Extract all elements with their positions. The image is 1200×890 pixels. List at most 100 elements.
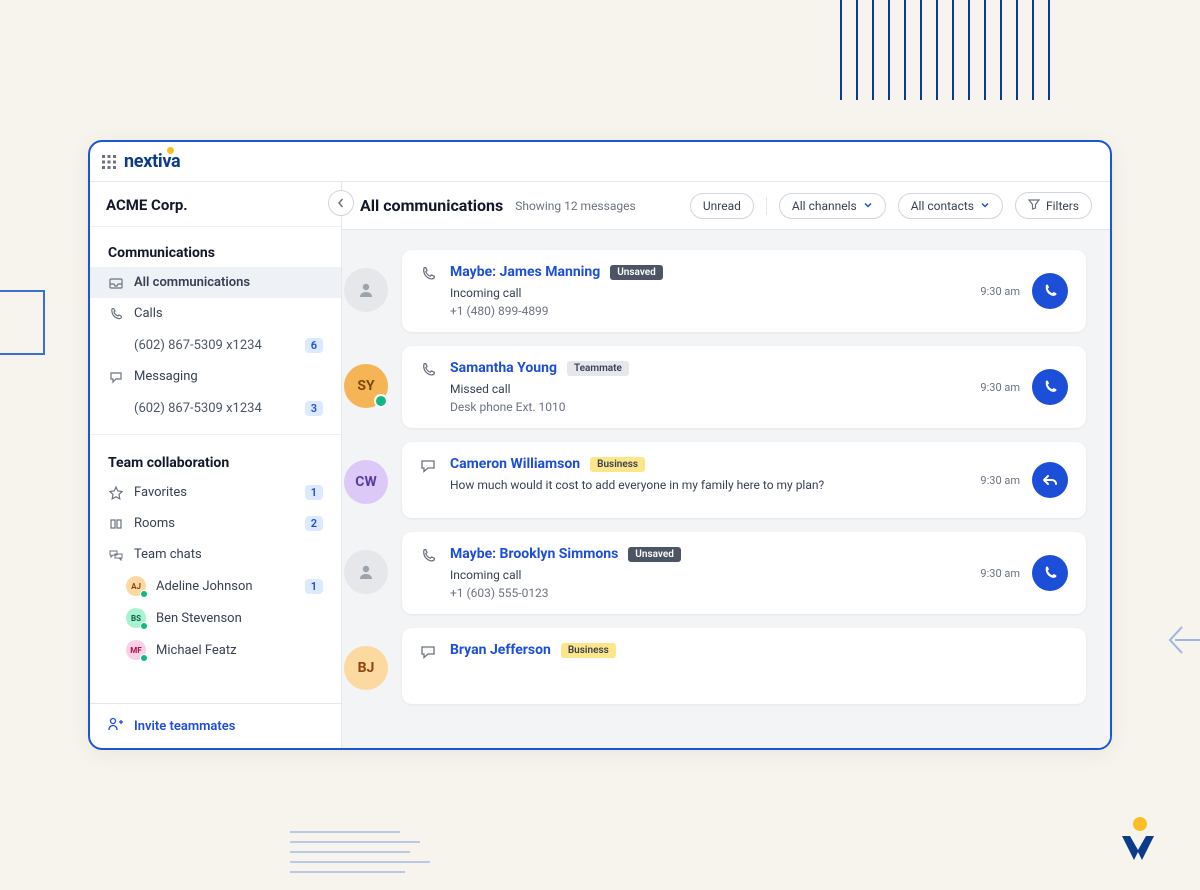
phone-icon [420, 548, 438, 568]
decorative-vertical-lines [840, 0, 1050, 100]
nav-label: All communications [134, 275, 250, 290]
timestamp: 9:30 am [980, 567, 1020, 580]
invite-teammates-button[interactable]: Invite teammates [90, 703, 341, 748]
badge-count: 1 [305, 579, 323, 594]
timestamp: 9:30 am [980, 474, 1020, 487]
nav-favorites[interactable]: Favorites 1 [90, 477, 341, 508]
reply-button[interactable] [1032, 462, 1068, 498]
member-name: Ben Stevenson [156, 611, 242, 626]
divider [90, 434, 341, 435]
badge-count: 1 [305, 485, 323, 500]
rooms-icon [108, 517, 124, 531]
communication-row: SYSamantha YoungTeammateMissed callDesk … [366, 346, 1086, 428]
communication-card[interactable]: Maybe: Brooklyn Simmons Unsaved Incoming c… [402, 532, 1086, 614]
divider [766, 197, 767, 215]
phone-icon [420, 266, 438, 286]
apps-grid-icon[interactable] [102, 155, 116, 169]
avatar: BS [126, 608, 146, 628]
communications-list: Maybe: James Manning Unsaved Incoming call… [342, 230, 1110, 748]
page-title: All communications [360, 196, 503, 215]
badge-count: 2 [305, 516, 323, 531]
filters-button[interactable]: Filters [1015, 192, 1092, 219]
section-communications: Communications [90, 235, 341, 267]
avatar: AJ [126, 576, 146, 596]
main-header: All communications Showing 12 messages U… [342, 182, 1110, 230]
call-button[interactable] [1032, 555, 1068, 591]
main-panel: All communications Showing 12 messages U… [342, 182, 1110, 748]
badge-count: 6 [305, 338, 323, 353]
team-member-item[interactable]: BS Ben Stevenson [90, 602, 341, 634]
avatar: CW [344, 460, 388, 504]
section-team: Team collaboration [90, 445, 341, 477]
chat-icon [420, 644, 438, 664]
avatar: MF [126, 640, 146, 660]
chat-icon [108, 370, 124, 384]
app-window: nextiva ACME Corp. Communications All co… [88, 140, 1112, 750]
page-subtitle: Showing 12 messages [515, 199, 635, 213]
sidebar: ACME Corp. Communications All communicat… [90, 182, 342, 748]
nav-messaging-number[interactable]: (602) 867-5309 x1234 3 [90, 392, 341, 424]
invite-icon [108, 716, 124, 736]
call-button[interactable] [1032, 273, 1068, 309]
communication-card[interactable]: Bryan JeffersonBusiness [402, 628, 1086, 704]
chevron-down-icon [980, 199, 990, 213]
contact-name: Samantha Young [450, 360, 557, 376]
star-icon [108, 486, 124, 500]
team-member-item[interactable]: MF Michael Featz [90, 634, 341, 666]
nav-label: Rooms [134, 516, 175, 531]
comm-line-1: Missed call [450, 382, 968, 396]
timestamp: 9:30 am [980, 381, 1020, 394]
nav-messaging[interactable]: Messaging [90, 361, 341, 392]
contact-tag: Teammate [567, 361, 629, 376]
nav-all-communications[interactable]: All communications [90, 267, 341, 298]
member-name: Michael Featz [156, 643, 237, 658]
phone-icon [420, 362, 438, 382]
channels-dropdown[interactable]: All channels [779, 193, 886, 219]
comm-line-2: +1 (480) 899-4899 [450, 304, 968, 318]
contact-tag: Unsaved [610, 265, 663, 280]
contact-name: Maybe: James Manning [450, 264, 600, 280]
communication-row: BJBryan JeffersonBusiness [366, 628, 1086, 704]
nav-calls-number[interactable]: (602) 867-5309 x1234 6 [90, 329, 341, 361]
call-button[interactable] [1032, 369, 1068, 405]
badge-count: 3 [305, 401, 323, 416]
contact-name: Maybe: Brooklyn Simmons [450, 546, 618, 562]
communication-row: CWCameron WilliamsonBusinessHow much wou… [366, 442, 1086, 518]
decorative-bottom-lines [290, 826, 440, 890]
inbox-icon [108, 276, 124, 290]
contacts-dropdown[interactable]: All contacts [898, 193, 1003, 219]
comm-line-1: Incoming call [450, 568, 968, 582]
nav-label: Calls [134, 306, 163, 321]
communication-card[interactable]: Samantha Young Teammate Missed call Desk ph… [402, 346, 1086, 428]
comm-line-2: +1 (603) 555-0123 [450, 586, 968, 600]
chevron-down-icon [863, 199, 873, 213]
communication-card[interactable]: Cameron WilliamsonBusinessHow much would… [402, 442, 1086, 518]
nav-label: Favorites [134, 485, 187, 500]
avatar: SY [344, 364, 388, 408]
comm-line-2: Desk phone Ext. 1010 [450, 400, 968, 414]
org-name: ACME Corp. [90, 182, 341, 227]
unread-filter-button[interactable]: Unread [690, 193, 754, 219]
nav-team-chats[interactable]: Team chats [90, 539, 341, 570]
titlebar: nextiva [90, 142, 1110, 182]
communication-row: Maybe: Brooklyn Simmons Unsaved Incoming c… [366, 532, 1086, 614]
contact-tag: Unsaved [628, 547, 681, 562]
avatar: BJ [344, 646, 388, 690]
collapse-sidebar-button[interactable] [328, 190, 354, 216]
nav-calls[interactable]: Calls [90, 298, 341, 329]
avatar [344, 268, 388, 312]
nav-label: Messaging [134, 369, 198, 384]
timestamp: 9:30 am [980, 285, 1020, 298]
nav-rooms[interactable]: Rooms 2 [90, 508, 341, 539]
member-name: Adeline Johnson [156, 579, 253, 594]
communication-card[interactable]: Maybe: James Manning Unsaved Incoming call… [402, 250, 1086, 332]
decorative-square [0, 290, 45, 355]
communication-row: Maybe: James Manning Unsaved Incoming call… [366, 250, 1086, 332]
contact-tag: Business [561, 643, 616, 658]
invite-label: Invite teammates [134, 719, 235, 734]
team-member-item[interactable]: AJ Adeline Johnson 1 [90, 570, 341, 602]
chat-icon [420, 458, 438, 478]
contact-name: Cameron Williamson [450, 456, 580, 472]
phone-icon [108, 307, 124, 321]
comm-line-1: Incoming call [450, 286, 968, 300]
